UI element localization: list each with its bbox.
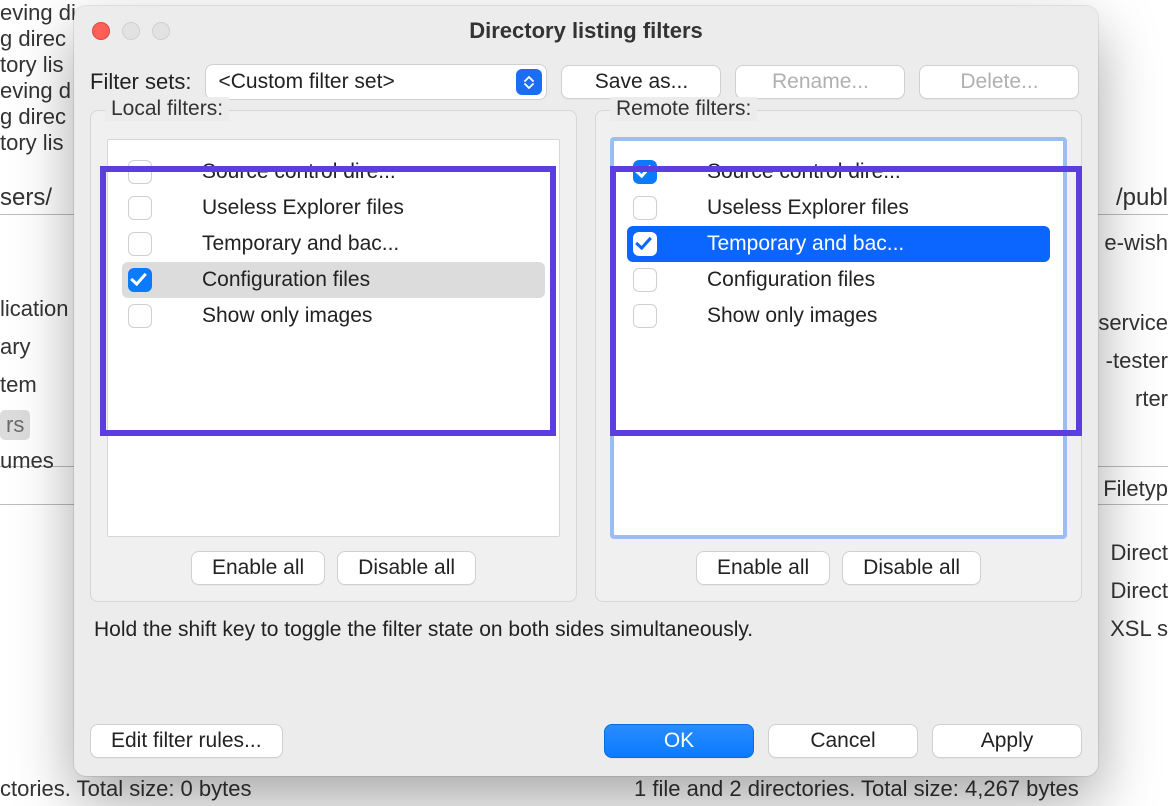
dialog-title: Directory listing filters (74, 18, 1098, 44)
filter-set-select[interactable]: <Custom filter set> (205, 64, 547, 100)
local-filters-legend: Local filters: (105, 97, 229, 121)
filter-label: Useless Explorer files (707, 196, 909, 220)
ok-button[interactable]: OK (604, 724, 754, 758)
filter-checkbox[interactable] (128, 196, 152, 220)
local-filters-group: Local filters: Source control dire...Use… (90, 110, 577, 602)
filter-sets-label: Filter sets: (90, 69, 191, 95)
remote-filters-legend: Remote filters: (610, 97, 757, 121)
filter-item[interactable]: Temporary and bac... (627, 226, 1050, 262)
remote-disable-all-button[interactable]: Disable all (842, 551, 981, 585)
filter-checkbox[interactable] (633, 160, 657, 184)
filter-item[interactable]: Configuration files (122, 262, 545, 298)
filter-item[interactable]: Useless Explorer files (627, 190, 1050, 226)
filter-checkbox[interactable] (128, 268, 152, 292)
cancel-button[interactable]: Cancel (768, 724, 918, 758)
filter-checkbox[interactable] (633, 304, 657, 328)
filter-label: Temporary and bac... (707, 232, 904, 256)
filter-label: Configuration files (202, 268, 370, 292)
filter-label: Show only images (202, 304, 372, 328)
select-stepper-icon (516, 69, 542, 95)
filter-item[interactable]: Temporary and bac... (122, 226, 545, 262)
edit-filter-rules-button[interactable]: Edit filter rules... (90, 724, 283, 758)
filter-label: Useless Explorer files (202, 196, 404, 220)
filter-item[interactable]: Show only images (627, 298, 1050, 334)
titlebar: Directory listing filters (74, 6, 1098, 56)
filter-label: Temporary and bac... (202, 232, 399, 256)
filter-item[interactable]: Source control dire... (627, 154, 1050, 190)
filter-item[interactable]: Configuration files (627, 262, 1050, 298)
filter-label: Show only images (707, 304, 877, 328)
local-disable-all-button[interactable]: Disable all (337, 551, 476, 585)
filter-set-value: <Custom filter set> (218, 70, 394, 94)
filter-label: Source control dire... (202, 160, 396, 184)
apply-button[interactable]: Apply (932, 724, 1082, 758)
filter-item[interactable]: Useless Explorer files (122, 190, 545, 226)
filter-checkbox[interactable] (633, 232, 657, 256)
filter-checkbox[interactable] (633, 196, 657, 220)
rename-button[interactable]: Rename... (735, 65, 905, 99)
remote-enable-all-button[interactable]: Enable all (696, 551, 830, 585)
save-as-button[interactable]: Save as... (561, 65, 721, 99)
filter-item[interactable]: Source control dire... (122, 154, 545, 190)
hint-text: Hold the shift key to toggle the filter … (74, 602, 1098, 642)
filter-checkbox[interactable] (128, 160, 152, 184)
filter-label: Source control dire... (707, 160, 901, 184)
remote-filters-list[interactable]: Source control dire... Useless Explorer f… (612, 139, 1065, 537)
filter-checkbox[interactable] (633, 268, 657, 292)
remote-filters-group: Remote filters: Source control dire...Us… (595, 110, 1082, 602)
filter-checkbox[interactable] (128, 304, 152, 328)
local-enable-all-button[interactable]: Enable all (191, 551, 325, 585)
local-filters-list[interactable]: Source control dire... Useless Explorer f… (107, 139, 560, 537)
filter-label: Configuration files (707, 268, 875, 292)
filter-checkbox[interactable] (128, 232, 152, 256)
directory-listing-filters-dialog: Directory listing filters Filter sets: <… (74, 6, 1098, 776)
filter-item[interactable]: Show only images (122, 298, 545, 334)
delete-button[interactable]: Delete... (919, 65, 1079, 99)
